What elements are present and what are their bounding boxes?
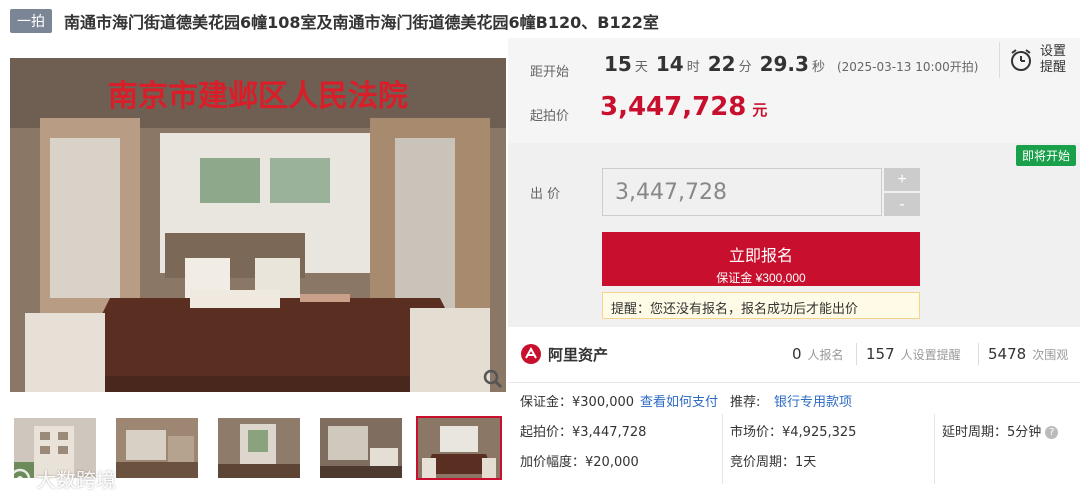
thumbnail-5-active[interactable]: [416, 416, 502, 480]
deposit-detail: 保证金：¥300,000: [520, 395, 635, 410]
main-property-image[interactable]: 南京市建邺区人民法院: [10, 58, 506, 392]
set-reminder-label: 设置提醒: [1040, 44, 1067, 75]
divider: [934, 414, 935, 484]
watermark-text: 大数跨境: [36, 468, 116, 492]
brand-name: 阿里资产: [548, 345, 609, 364]
bid-period-detail: 竞价周期：1天: [730, 455, 817, 470]
start-price-label: 起拍价: [530, 109, 570, 124]
bid-stepper: + -: [884, 168, 920, 218]
start-price: 3,447,728 元: [600, 92, 767, 122]
page-header: 一拍 南通市海门街道德美花园6幢108室及南通市海门街道德美花园6幢B120、B…: [10, 8, 659, 34]
auction-summary: 距开始 15 天 14 时 22 分 29.3 秒 (2025-03-13 10…: [508, 38, 1080, 143]
how-to-pay-link[interactable]: 查看如何支付: [640, 391, 718, 410]
registration-tip: 提醒：您还没有报名，报名成功后才能出价: [602, 292, 920, 319]
auction-details: 保证金：¥300,000 查看如何支付 推荐: 银行专用款项 起拍价：¥3,44…: [508, 384, 1080, 501]
watermark-logo-icon: [9, 468, 31, 489]
magnifier-icon[interactable]: [482, 368, 504, 390]
countdown-label: 距开始: [530, 65, 570, 80]
bank-payment-link[interactable]: 银行专用款项: [774, 391, 852, 410]
auction-start-time: (2025-03-13 10:00开拍): [836, 60, 979, 74]
countdown-seconds: 29.3: [759, 52, 809, 76]
round-tag: 一拍: [10, 9, 52, 33]
delay-period-detail: 延时周期：5分钟?: [942, 421, 1059, 440]
ali-assets-logo-icon: [521, 344, 541, 364]
thumbnail-4[interactable]: [318, 416, 404, 480]
divider: [978, 343, 979, 365]
court-watermark: 南京市建邺区人民法院: [108, 79, 408, 113]
divider: [722, 414, 723, 484]
views-stat: 5478 次围观: [988, 345, 1069, 363]
recommend-label: 推荐:: [730, 395, 761, 410]
start-price-value: 3,447,728: [600, 92, 747, 122]
alarm-clock-icon: [1011, 49, 1031, 71]
status-badge: 即将开始: [1015, 145, 1076, 166]
page-title: 南通市海门街道德美花园6幢108室及南通市海门街道德美花园6幢B120、B122…: [64, 13, 659, 32]
decrease-bid-button[interactable]: -: [884, 193, 920, 216]
thumbnail-3[interactable]: [216, 416, 302, 480]
help-icon[interactable]: ?: [1045, 426, 1059, 439]
increment-detail: 加价幅度：¥20,000: [520, 455, 639, 470]
bid-panel: 即将开始 出 价 + - 立即报名 保证金 ¥300,000 提醒：您还没有报名…: [508, 143, 1080, 327]
countdown: 15 天 14 时 22 分 29.3 秒 (2025-03-13 10:00开…: [604, 52, 979, 76]
watermark: 大数跨境: [8, 464, 116, 493]
bid-label: 出 价: [530, 187, 561, 202]
market-price-detail: 市场价：¥4,925,325: [730, 425, 857, 440]
set-reminder-button[interactable]: 设置提醒: [999, 42, 1070, 78]
bid-amount-input[interactable]: [602, 168, 882, 216]
start-price-unit: 元: [752, 101, 768, 119]
increase-bid-button[interactable]: +: [884, 168, 920, 191]
applicants-stat: 0 人报名: [792, 345, 844, 363]
divider: [856, 343, 857, 365]
deposit-label: 保证金 ¥300,000: [716, 270, 806, 285]
countdown-minutes: 22: [707, 52, 736, 76]
register-now-button[interactable]: 立即报名 保证金 ¥300,000: [602, 232, 920, 286]
thumbnail-2[interactable]: [114, 416, 200, 480]
countdown-days: 15: [604, 52, 632, 76]
auction-stats: 阿里资产 0 人报名 157 人设置提醒 5478 次围观: [508, 327, 1080, 383]
ali-assets-brand[interactable]: 阿里资产: [520, 343, 608, 365]
reminders-stat: 157 人设置提醒: [866, 345, 961, 363]
register-label: 立即报名: [728, 247, 793, 265]
start-price-detail: 起拍价：¥3,447,728: [520, 425, 647, 440]
countdown-hours: 14: [655, 52, 684, 76]
